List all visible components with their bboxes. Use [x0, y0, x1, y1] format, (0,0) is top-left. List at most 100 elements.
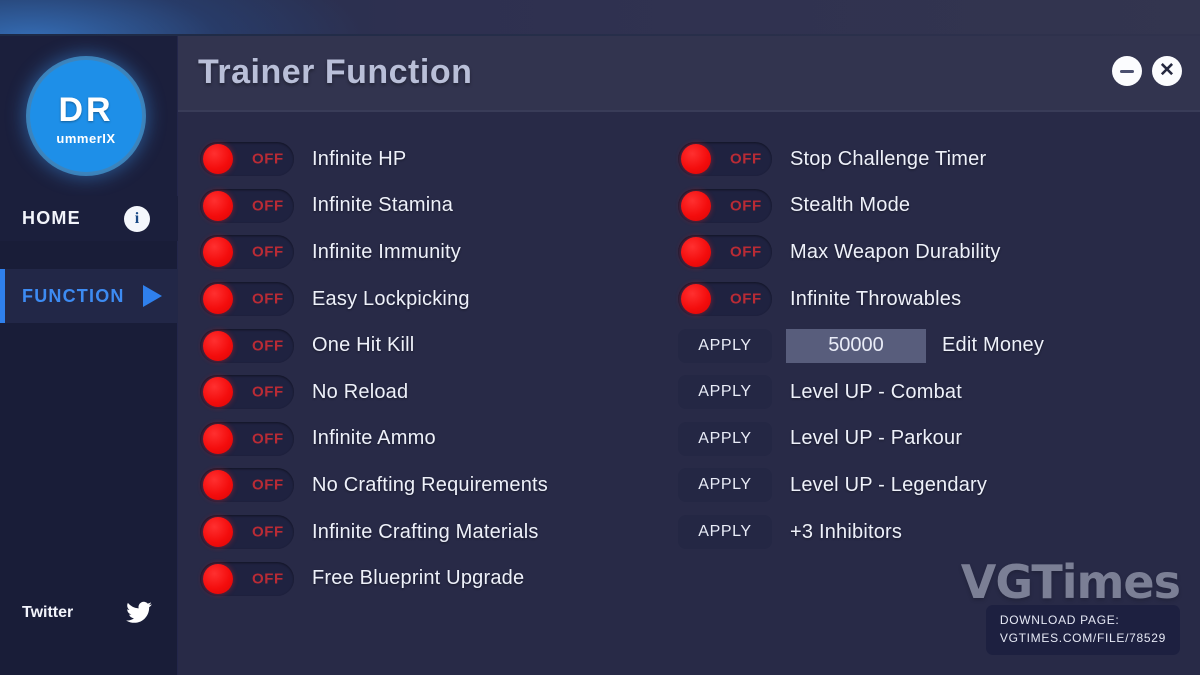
function-row: OFF Infinite Ammo	[200, 416, 548, 463]
function-row: OFF One Hit Kill	[200, 322, 548, 369]
sidebar-item-home[interactable]: HOME i	[0, 196, 178, 241]
right-function-column: OFF Stop Challenge Timer OFF Stealth Mode OF…	[678, 136, 1044, 555]
function-label: Free Blueprint Upgrade	[312, 567, 525, 590]
toggle-switch[interactable]: OFF	[200, 421, 294, 456]
toggle-knob	[681, 190, 711, 221]
minimize-button[interactable]	[1112, 56, 1142, 86]
function-row: APPLY +3 Inhibitors	[678, 509, 1044, 556]
toggle-knob	[203, 284, 233, 315]
toggle-knob	[203, 517, 233, 548]
function-row: OFF Free Blueprint Upgrade	[200, 555, 548, 602]
function-row: OFF Infinite HP	[200, 136, 548, 183]
close-button[interactable]: ✕	[1152, 56, 1182, 86]
function-label: Max Weapon Durability	[790, 240, 1001, 263]
close-icon: ✕	[1159, 59, 1175, 81]
toggle-switch[interactable]: OFF	[678, 282, 772, 317]
toggle-knob	[203, 330, 233, 361]
minimize-icon	[1120, 69, 1134, 73]
toggle-knob	[681, 237, 711, 268]
toggle-state-label: OFF	[252, 523, 284, 541]
function-row: OFF Max Weapon Durability	[678, 229, 1044, 276]
function-label: No Crafting Requirements	[312, 473, 549, 496]
toggle-knob	[203, 377, 233, 408]
function-label: Level UP - Parkour	[790, 427, 963, 450]
download-page-label: DOWNLOAD PAGE:	[999, 613, 1120, 628]
function-label: Stealth Mode	[790, 194, 911, 217]
toggle-state-label: OFF	[252, 290, 284, 308]
function-row: OFF Stealth Mode	[678, 183, 1044, 230]
toggle-switch[interactable]: OFF	[200, 515, 294, 550]
twitter-bird-icon[interactable]	[124, 599, 154, 627]
toggle-switch[interactable]: OFF	[200, 375, 294, 410]
toggle-switch[interactable]: OFF	[200, 235, 294, 270]
toggle-switch[interactable]: OFF	[200, 561, 294, 596]
toggle-switch[interactable]: OFF	[200, 142, 294, 177]
money-value-input[interactable]: 50000	[786, 328, 926, 363]
download-page-url: VGTIMES.COM/FILE/78529	[999, 630, 1166, 645]
apply-button[interactable]: APPLY	[678, 515, 772, 550]
sidebar-item-function-label: FUNCTION	[22, 285, 125, 306]
toggle-state-label: OFF	[252, 243, 284, 261]
toggle-switch[interactable]: OFF	[200, 468, 294, 503]
toggle-state-label: OFF	[252, 197, 284, 215]
function-row: OFF Infinite Stamina	[200, 183, 548, 230]
toggle-knob	[203, 144, 233, 175]
toggle-state-label: OFF	[730, 290, 762, 308]
toggle-switch[interactable]: OFF	[678, 142, 772, 177]
left-function-column: OFF Infinite HP OFF Infinite Stamina OFF Infi…	[200, 136, 548, 602]
toggle-switch[interactable]: OFF	[678, 188, 772, 223]
toggle-state-label: OFF	[252, 337, 284, 355]
apply-button[interactable]: APPLY	[678, 375, 772, 410]
function-row: APPLY Level UP - Combat	[678, 369, 1044, 416]
toggle-state-label: OFF	[252, 570, 284, 588]
function-row: OFF Infinite Immunity	[200, 229, 548, 276]
apply-button[interactable]: APPLY	[678, 421, 772, 456]
toggle-knob	[681, 144, 711, 175]
window-controls: ✕	[1112, 56, 1182, 86]
toggle-knob	[203, 470, 233, 501]
function-row: OFF No Crafting Requirements	[200, 462, 548, 509]
vgtimes-watermark: VGTimes	[960, 555, 1181, 609]
function-row: OFF Stop Challenge Timer	[678, 136, 1044, 183]
function-list-panel: OFF Infinite HP OFF Infinite Stamina OFF Infi…	[178, 112, 1200, 675]
function-row: OFF No Reload	[200, 369, 548, 416]
function-row: APPLY Level UP - Parkour	[678, 416, 1044, 463]
apply-button[interactable]: APPLY	[678, 328, 772, 363]
toggle-switch[interactable]: OFF	[678, 235, 772, 270]
toggle-state-label: OFF	[730, 197, 762, 215]
toggle-knob	[203, 237, 233, 268]
apply-button[interactable]: APPLY	[678, 468, 772, 503]
twitter-link[interactable]: Twitter	[0, 593, 178, 633]
app-logo: DR ummerIX	[30, 60, 142, 172]
toggle-switch[interactable]: OFF	[200, 282, 294, 317]
function-label: Infinite Ammo	[312, 427, 436, 450]
sidebar: DR ummerIX HOME i FUNCTION Twitter	[0, 36, 178, 675]
info-icon[interactable]: i	[124, 206, 150, 232]
logo-secondary-text: ummerIX	[56, 131, 116, 146]
function-label: Infinite Immunity	[312, 240, 462, 263]
function-label: No Reload	[312, 380, 409, 403]
toggle-knob	[681, 284, 711, 315]
function-label: Infinite Crafting Materials	[312, 520, 539, 543]
toggle-switch[interactable]: OFF	[200, 188, 294, 223]
toggle-knob	[203, 563, 233, 594]
toggle-state-label: OFF	[730, 243, 762, 261]
page-title: Trainer Function	[198, 53, 473, 91]
window-header: Trainer Function ✕	[178, 36, 1200, 112]
twitter-label: Twitter	[22, 604, 74, 621]
download-page-box: DOWNLOAD PAGE: VGTIMES.COM/FILE/78529	[985, 605, 1180, 655]
trainer-window: DR ummerIX HOME i FUNCTION Twitter Train…	[0, 0, 1200, 675]
function-label: Infinite Stamina	[312, 194, 454, 217]
toggle-state-label: OFF	[730, 150, 762, 168]
toggle-knob	[203, 423, 233, 454]
toggle-switch[interactable]: OFF	[200, 328, 294, 363]
toggle-knob	[203, 190, 233, 221]
sidebar-item-function[interactable]: FUNCTION	[0, 269, 178, 323]
toggle-state-label: OFF	[252, 476, 284, 494]
function-row: APPLY Level UP - Legendary	[678, 462, 1044, 509]
function-label: Infinite HP	[312, 147, 407, 170]
function-row: OFF Infinite Crafting Materials	[200, 509, 548, 556]
function-row: APPLY 50000 Edit Money	[678, 322, 1044, 369]
function-label: Stop Challenge Timer	[790, 147, 987, 170]
sidebar-item-home-label: HOME	[22, 208, 81, 228]
